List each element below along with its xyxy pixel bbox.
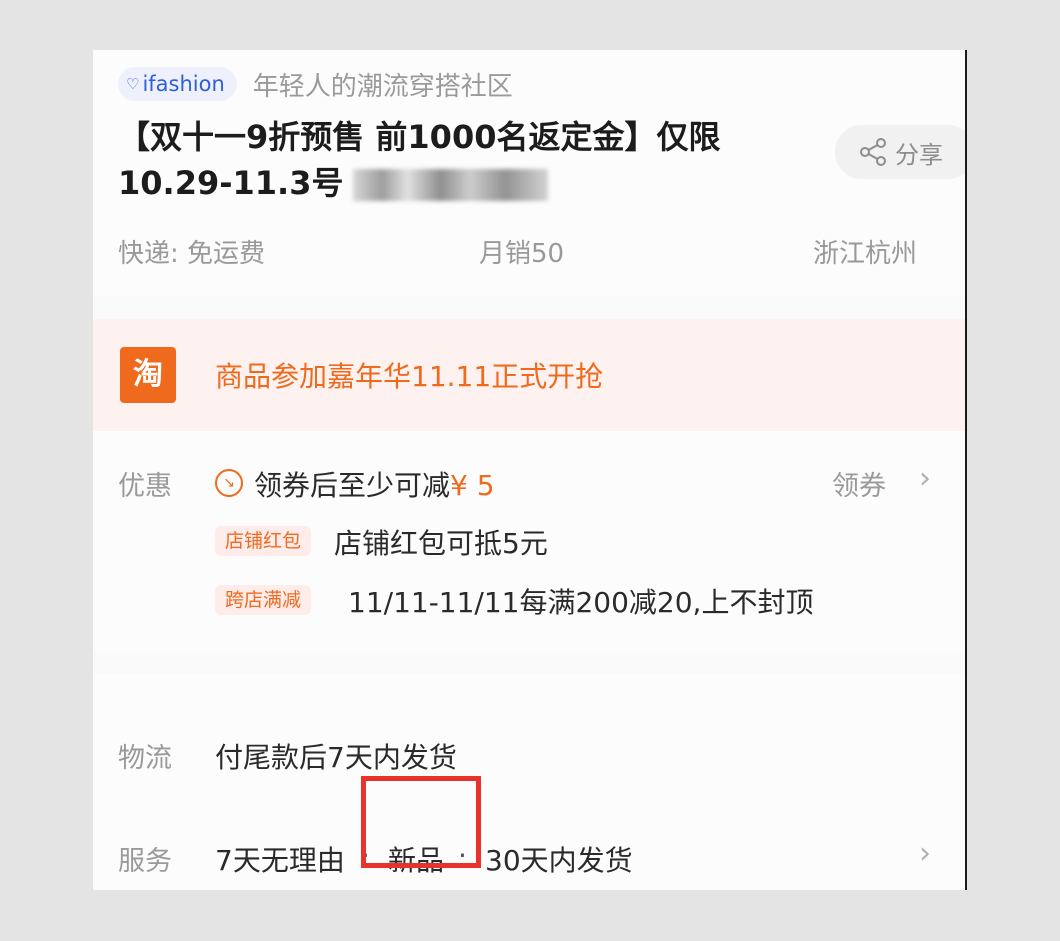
brand-badge[interactable]: ♡ ifashion [118, 67, 237, 101]
share-button[interactable]: 分享 [835, 125, 965, 179]
brand-tagline: 年轻人的潮流穿搭社区 [252, 71, 513, 102]
carnival-banner[interactable]: 淘 商品参加嘉年华11.11正式开抢 [93, 319, 965, 431]
product-header: ♡ ifashion 年轻人的潮流穿搭社区 【双十一9折预售 前1000名返定金… [93, 50, 965, 296]
logistics-label: 物流 [118, 743, 172, 774]
coupon-row[interactable]: 领券后至少可减¥ 5 [254, 464, 495, 504]
share-icon [860, 138, 886, 166]
monthly-sales: 月销50 [479, 239, 565, 269]
cross-shop-discount-text: 11/11-11/11每满200减20,上不封顶 [348, 586, 814, 619]
chevron-right-icon[interactable]: › [919, 461, 931, 496]
promo-label: 优惠 [118, 471, 172, 502]
service-label: 服务 [118, 846, 172, 877]
coupon-amount: ¥ 5 [450, 469, 495, 502]
coupon-text: 领券后至少可减 [254, 469, 451, 502]
blurred-text [353, 169, 549, 201]
brand-row: ♡ ifashion 年轻人的潮流穿搭社区 [118, 67, 513, 102]
service-item-no-reason-return: 7天无理由 [215, 844, 345, 877]
brand-name: ifashion [142, 72, 225, 96]
chevron-right-icon[interactable]: › [919, 836, 931, 871]
logistics-section: 物流 付尾款后7天内发货 服务 7天无理由 · 新品 · 30天内发货 › [93, 674, 965, 890]
tag-cross-shop-discount: 跨店满减 [215, 585, 312, 615]
share-label: 分享 [895, 140, 943, 169]
shipping-fee: 快递: 免运费 [118, 239, 266, 269]
shop-red-packet-text: 店铺红包可抵5元 [334, 527, 548, 560]
product-info-card: ♡ ifashion 年轻人的潮流穿搭社区 【双十一9折预售 前1000名返定金… [93, 50, 965, 890]
service-item-ship-30days: 30天内发货 [485, 844, 633, 877]
frame-edge [965, 50, 967, 890]
coupon-icon: ↘ [215, 469, 243, 497]
product-title: 【双十一9折预售 前1000名返定金】仅限10.29-11.3号 [118, 114, 818, 206]
ship-location: 浙江杭州 [813, 239, 918, 269]
promotion-section: 优惠 ↘ 领券后至少可减¥ 5 领券 › 店铺红包 店铺红包可抵5元 跨店满减 … [93, 431, 965, 652]
get-coupon-link[interactable]: 领券 [832, 464, 886, 503]
logistics-text: 付尾款后7天内发货 [215, 741, 457, 774]
highlight-box [361, 776, 481, 868]
heart-icon: ♡ [126, 75, 140, 93]
tag-shop-red-packet: 店铺红包 [215, 526, 312, 556]
carnival-text: 商品参加嘉年华11.11正式开抢 [215, 360, 604, 393]
taobao-carnival-icon: 淘 [120, 347, 176, 403]
